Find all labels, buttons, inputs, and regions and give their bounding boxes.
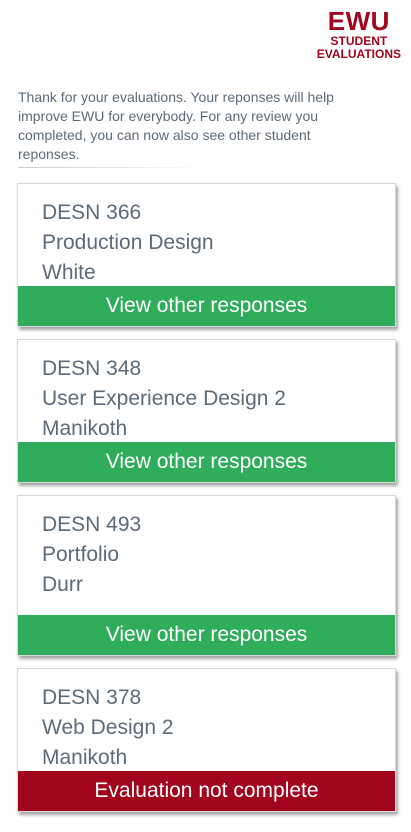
course-code: DESN 366	[42, 201, 142, 224]
course-code: DESN 493	[42, 513, 142, 536]
intro-divider	[18, 167, 208, 168]
course-card: DESN 493 Portfolio Durr View other respo…	[17, 495, 396, 656]
course-instructor: Manikoth	[42, 746, 128, 769]
course-instructor: Durr	[42, 573, 83, 596]
evaluation-not-complete-button[interactable]: Evaluation not complete	[18, 771, 395, 811]
course-title: Web Design 2	[42, 716, 174, 739]
course-code: DESN 348	[42, 357, 142, 380]
course-title: Production Design	[42, 231, 214, 254]
course-code: DESN 378	[42, 686, 142, 709]
ewu-logo: EWU STUDENT EVALUATIONS	[317, 8, 401, 60]
course-card: DESN 378 Web Design 2 Manikoth Evaluatio…	[17, 668, 396, 812]
view-other-responses-button[interactable]: View other responses	[18, 615, 395, 655]
course-title: User Experience Design 2	[42, 387, 286, 410]
view-other-responses-button[interactable]: View other responses	[18, 286, 395, 326]
view-other-responses-button[interactable]: View other responses	[18, 442, 395, 482]
course-card: DESN 348 User Experience Design 2 Maniko…	[17, 339, 396, 483]
course-instructor: White	[42, 261, 96, 284]
course-title: Portfolio	[42, 543, 120, 566]
course-instructor: Manikoth	[42, 417, 128, 440]
logo-main-text: EWU	[327, 6, 390, 36]
logo-sub-line-1: STUDENT	[330, 34, 388, 48]
course-card: DESN 366 Production Design White View ot…	[17, 183, 396, 327]
logo-sub-line-2: EVALUATIONS	[316, 47, 401, 61]
intro-text: Thank for your evaluations. Your reponse…	[18, 89, 334, 162]
